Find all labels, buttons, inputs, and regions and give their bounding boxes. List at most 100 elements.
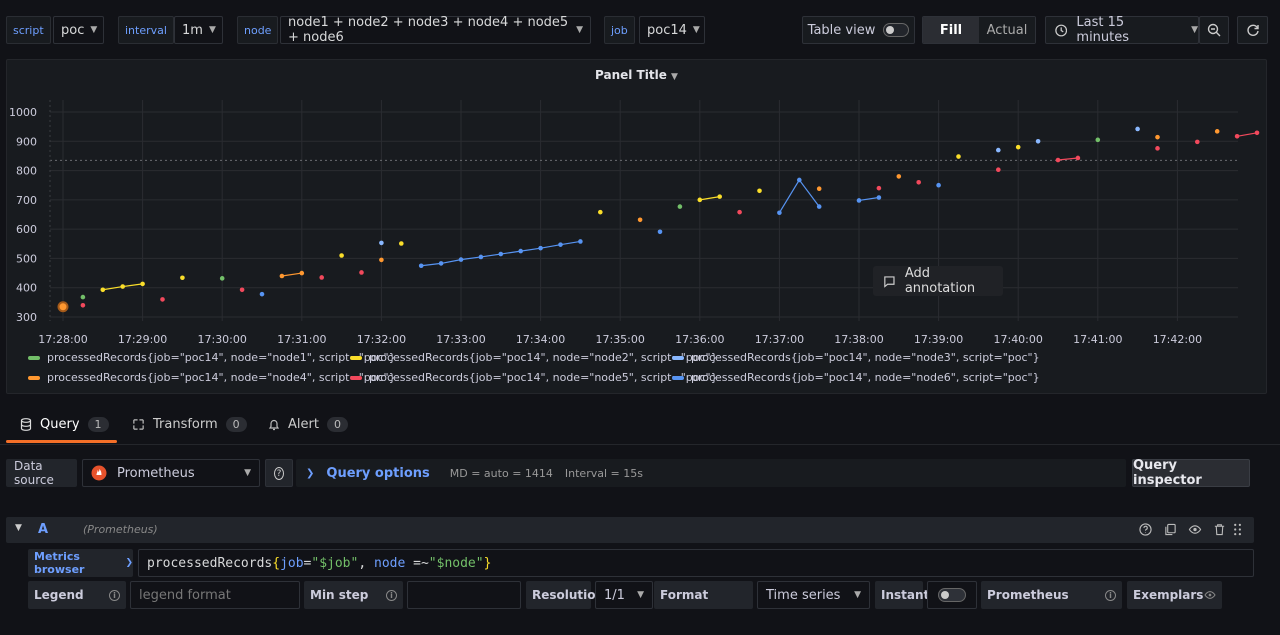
series-1-point xyxy=(677,204,683,209)
resolution-select[interactable]: 1/1 ▼ xyxy=(595,581,653,609)
x-tick-label: 17:28:00 xyxy=(38,333,87,346)
series-6-point xyxy=(498,251,504,257)
series-2-point xyxy=(757,188,762,194)
help-icon[interactable] xyxy=(1139,523,1152,536)
series-6-point xyxy=(538,245,543,251)
prometheus-icon xyxy=(91,465,107,481)
legend-swatch xyxy=(672,375,684,380)
promql-query-input[interactable]: processedRecords{job = "$job", node =~ "$no… xyxy=(138,549,1254,577)
query-inspector-button[interactable]: Query inspector xyxy=(1132,458,1250,488)
series-5-segment xyxy=(1236,132,1258,137)
instant-label: Instant xyxy=(875,581,929,609)
add-annotation-label: Add annotation xyxy=(904,266,976,296)
info-icon: i xyxy=(1105,589,1116,601)
interval-info: Interval = 15s xyxy=(564,466,643,480)
series-5-segment xyxy=(1057,157,1078,161)
tab-label: Transform xyxy=(153,417,218,432)
legend-label-text: Legend xyxy=(34,588,84,602)
series-5-point xyxy=(1234,134,1240,139)
info-icon: i xyxy=(109,589,120,601)
series-2-point xyxy=(956,154,961,159)
legend-item-node3[interactable]: processedRecords{job="poc14", node="node… xyxy=(672,351,1040,364)
drag-handle-icon[interactable] xyxy=(1233,523,1243,536)
tab-alert[interactable]: Alert 0 xyxy=(268,417,348,432)
series-5-point xyxy=(1254,130,1260,136)
x-tick-label: 17:37:00 xyxy=(755,333,804,346)
legend-item-node4[interactable]: processedRecords{job="poc14", node="node… xyxy=(28,371,396,384)
series-2-point xyxy=(717,194,722,199)
tab-transform[interactable]: Transform 0 xyxy=(132,417,247,432)
max-data-points-info: MD = auto = 1414 xyxy=(449,466,553,480)
query-label-value: "$node" xyxy=(428,555,484,571)
series-6-segment xyxy=(440,259,462,264)
exemplars-toggle[interactable]: Exemplars xyxy=(1127,581,1222,609)
legend-swatch xyxy=(350,355,362,360)
query-row-header: ▼ A (Prometheus) xyxy=(6,517,1254,543)
y-tick-label: 300 xyxy=(16,311,37,324)
tab-query[interactable]: Query 1 xyxy=(20,417,109,432)
series-6-point xyxy=(518,248,523,254)
legend-item-node1[interactable]: processedRecords{job="poc14", node="node… xyxy=(28,351,396,364)
data-source-help-button[interactable]: ? xyxy=(265,459,293,487)
query-separator: , xyxy=(358,555,374,571)
transform-icon xyxy=(133,419,144,430)
toggle-switch[interactable] xyxy=(938,588,966,602)
series-6-point xyxy=(259,291,265,297)
legend-item-node5[interactable]: processedRecords{job="poc14", node="node… xyxy=(350,371,718,384)
legend-label: processedRecords{job="poc14", node="node… xyxy=(47,371,396,384)
metrics-browser-label: Metrics browser xyxy=(34,550,85,576)
series-5-point xyxy=(160,297,165,302)
exemplars-label-text: Exemplars xyxy=(1133,588,1204,602)
format-select[interactable]: Time series ▼ xyxy=(757,581,870,609)
series-6-segment xyxy=(540,244,561,249)
duplicate-icon[interactable] xyxy=(1164,523,1177,536)
y-tick-label: 1000 xyxy=(9,106,37,119)
legend-format-input[interactable]: legend format xyxy=(130,581,300,609)
eye-icon[interactable] xyxy=(1188,523,1202,536)
x-tick-label: 17:39:00 xyxy=(914,333,963,346)
legend-label: processedRecords{job="poc14", node="node… xyxy=(691,351,1040,364)
min-step-input[interactable] xyxy=(407,581,521,609)
query-label-value: "$job" xyxy=(311,555,359,571)
collapse-icon[interactable]: ▼ xyxy=(15,523,22,533)
series-5-point xyxy=(1155,146,1160,151)
trash-icon[interactable] xyxy=(1213,523,1226,536)
query-options-bar[interactable]: ❯ Query options MD = auto = 1414 Interva… xyxy=(296,459,1126,487)
legend-swatch xyxy=(28,375,40,380)
hover-point-marker xyxy=(57,301,69,313)
legend-item-node2[interactable]: processedRecords{job="poc14", node="node… xyxy=(350,351,718,364)
series-5-point xyxy=(239,287,245,293)
series-5-point xyxy=(1075,155,1081,161)
legend-item-node6[interactable]: processedRecords{job="poc14", node="node… xyxy=(672,371,1040,384)
bell-icon xyxy=(268,419,280,431)
format-value: Time series xyxy=(766,587,841,603)
active-tab-indicator xyxy=(6,440,117,443)
add-annotation-popover[interactable]: Add annotation xyxy=(873,266,1003,296)
x-tick-label: 17:41:00 xyxy=(1073,333,1122,346)
x-tick-label: 17:30:00 xyxy=(197,333,246,346)
y-tick-label: 400 xyxy=(16,282,37,295)
series-6-segment xyxy=(778,179,800,214)
x-tick-label: 17:35:00 xyxy=(595,333,644,346)
y-tick-label: 900 xyxy=(16,135,37,148)
legend-option-label: Legend i xyxy=(28,581,126,609)
eye-icon xyxy=(1204,591,1216,599)
series-6-point xyxy=(936,182,941,188)
series-6-point xyxy=(856,198,862,203)
data-source-picker[interactable]: Prometheus ▼ xyxy=(82,459,260,487)
query-label-key: job xyxy=(280,555,304,571)
time-series-chart[interactable]: 1000 900 800 700 600 500 400 30017:28:00 17:29:0… xyxy=(0,0,1280,400)
help-icon: ? xyxy=(274,466,284,480)
data-source-label: Data source xyxy=(6,459,77,487)
query-ref-id[interactable]: A xyxy=(38,522,48,537)
query-brace-close: } xyxy=(483,555,492,571)
query-datasource-hint: (Prometheus) xyxy=(83,523,158,536)
series-6-point xyxy=(816,204,822,209)
series-2-point xyxy=(697,197,703,203)
series-5-point xyxy=(319,275,325,280)
series-6-point xyxy=(458,257,464,262)
series-2-point xyxy=(399,241,404,246)
info-icon: i xyxy=(386,589,397,601)
metrics-browser-button[interactable]: Metrics browser ❯ xyxy=(28,549,133,577)
instant-toggle[interactable] xyxy=(927,581,977,609)
